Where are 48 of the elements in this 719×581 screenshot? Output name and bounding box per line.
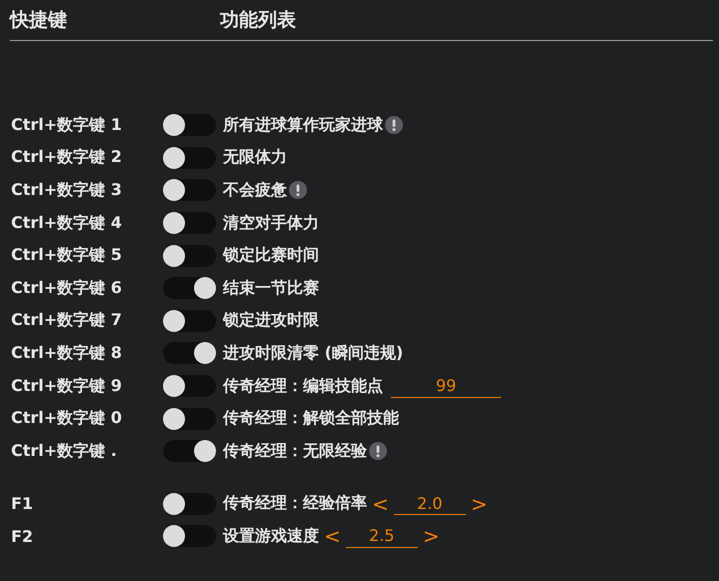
feature-label: 传奇经理：解锁全部技能 (223, 408, 399, 430)
hotkey-label: Ctrl+数字键 9 (11, 376, 123, 397)
hotkey-label: Ctrl+数字键 5 (11, 245, 123, 266)
hotkey-label: Ctrl+数字键 . (11, 440, 118, 462)
toggle-switch[interactable] (163, 179, 216, 202)
feature-label: 所有进球算作玩家进球 (223, 114, 383, 136)
toggle-switch[interactable] (163, 525, 216, 548)
feature-label: 进攻时限清零 (瞬间违规) (223, 342, 404, 364)
toggle-switch[interactable] (163, 310, 216, 332)
toggle-switch[interactable] (163, 146, 216, 169)
hotkey-label: Ctrl+数字键 2 (11, 147, 123, 168)
feature-label: 传奇经理：经验倍率 (223, 493, 367, 514)
hotkey-label: Ctrl+数字键 0 (11, 408, 123, 430)
toggle-switch[interactable] (163, 440, 216, 462)
decrease-button[interactable]: < (321, 524, 344, 548)
hotkey-label: Ctrl+数字键 1 (11, 114, 123, 136)
feature-label: 清空对手体力 (223, 212, 319, 234)
toggle-switch[interactable] (163, 212, 216, 234)
column-heading: 快捷键 (10, 8, 68, 33)
decrease-button[interactable]: < (369, 492, 392, 516)
hotkey-label: F2 (11, 526, 34, 546)
input-field[interactable]: 2.5 (346, 524, 418, 548)
input-field[interactable]: 2.0 (394, 492, 466, 516)
hotkey-label: Ctrl+数字键 4 (11, 212, 123, 234)
hotkey-label: Ctrl+数字键 8 (11, 342, 123, 364)
toggle-switch[interactable] (163, 277, 216, 300)
toggle-switch[interactable] (163, 114, 216, 136)
feature-label: 设置游戏速度 (223, 526, 319, 547)
toggle-switch[interactable] (163, 244, 216, 267)
increase-button[interactable]: > (420, 524, 443, 548)
hotkey-label: F1 (11, 494, 34, 514)
toggle-switch[interactable] (163, 408, 216, 430)
feature-label: 结束一节比赛 (223, 278, 319, 299)
feature-label: 传奇经理：编辑技能点 (223, 376, 383, 397)
hotkey-label: Ctrl+数字键 3 (11, 180, 123, 201)
toggle-switch[interactable] (163, 492, 216, 515)
feature-label: 不会疲惫 (223, 180, 287, 201)
hotkey-label: Ctrl+数字键 6 (11, 278, 123, 299)
feature-label: 锁定比赛时间 (223, 245, 319, 266)
toggle-switch[interactable] (163, 342, 216, 364)
column-heading: 功能列表 (220, 8, 296, 33)
increase-button[interactable]: > (468, 492, 491, 516)
feature-label: 无限体力 (223, 147, 287, 168)
hotkey-label: Ctrl+数字键 7 (11, 310, 123, 332)
toggle-switch[interactable] (163, 375, 216, 398)
feature-label: 锁定进攻时限 (223, 310, 319, 332)
feature-label: 传奇经理：无限经验 (223, 440, 367, 462)
input-field[interactable]: 99 (391, 374, 501, 398)
